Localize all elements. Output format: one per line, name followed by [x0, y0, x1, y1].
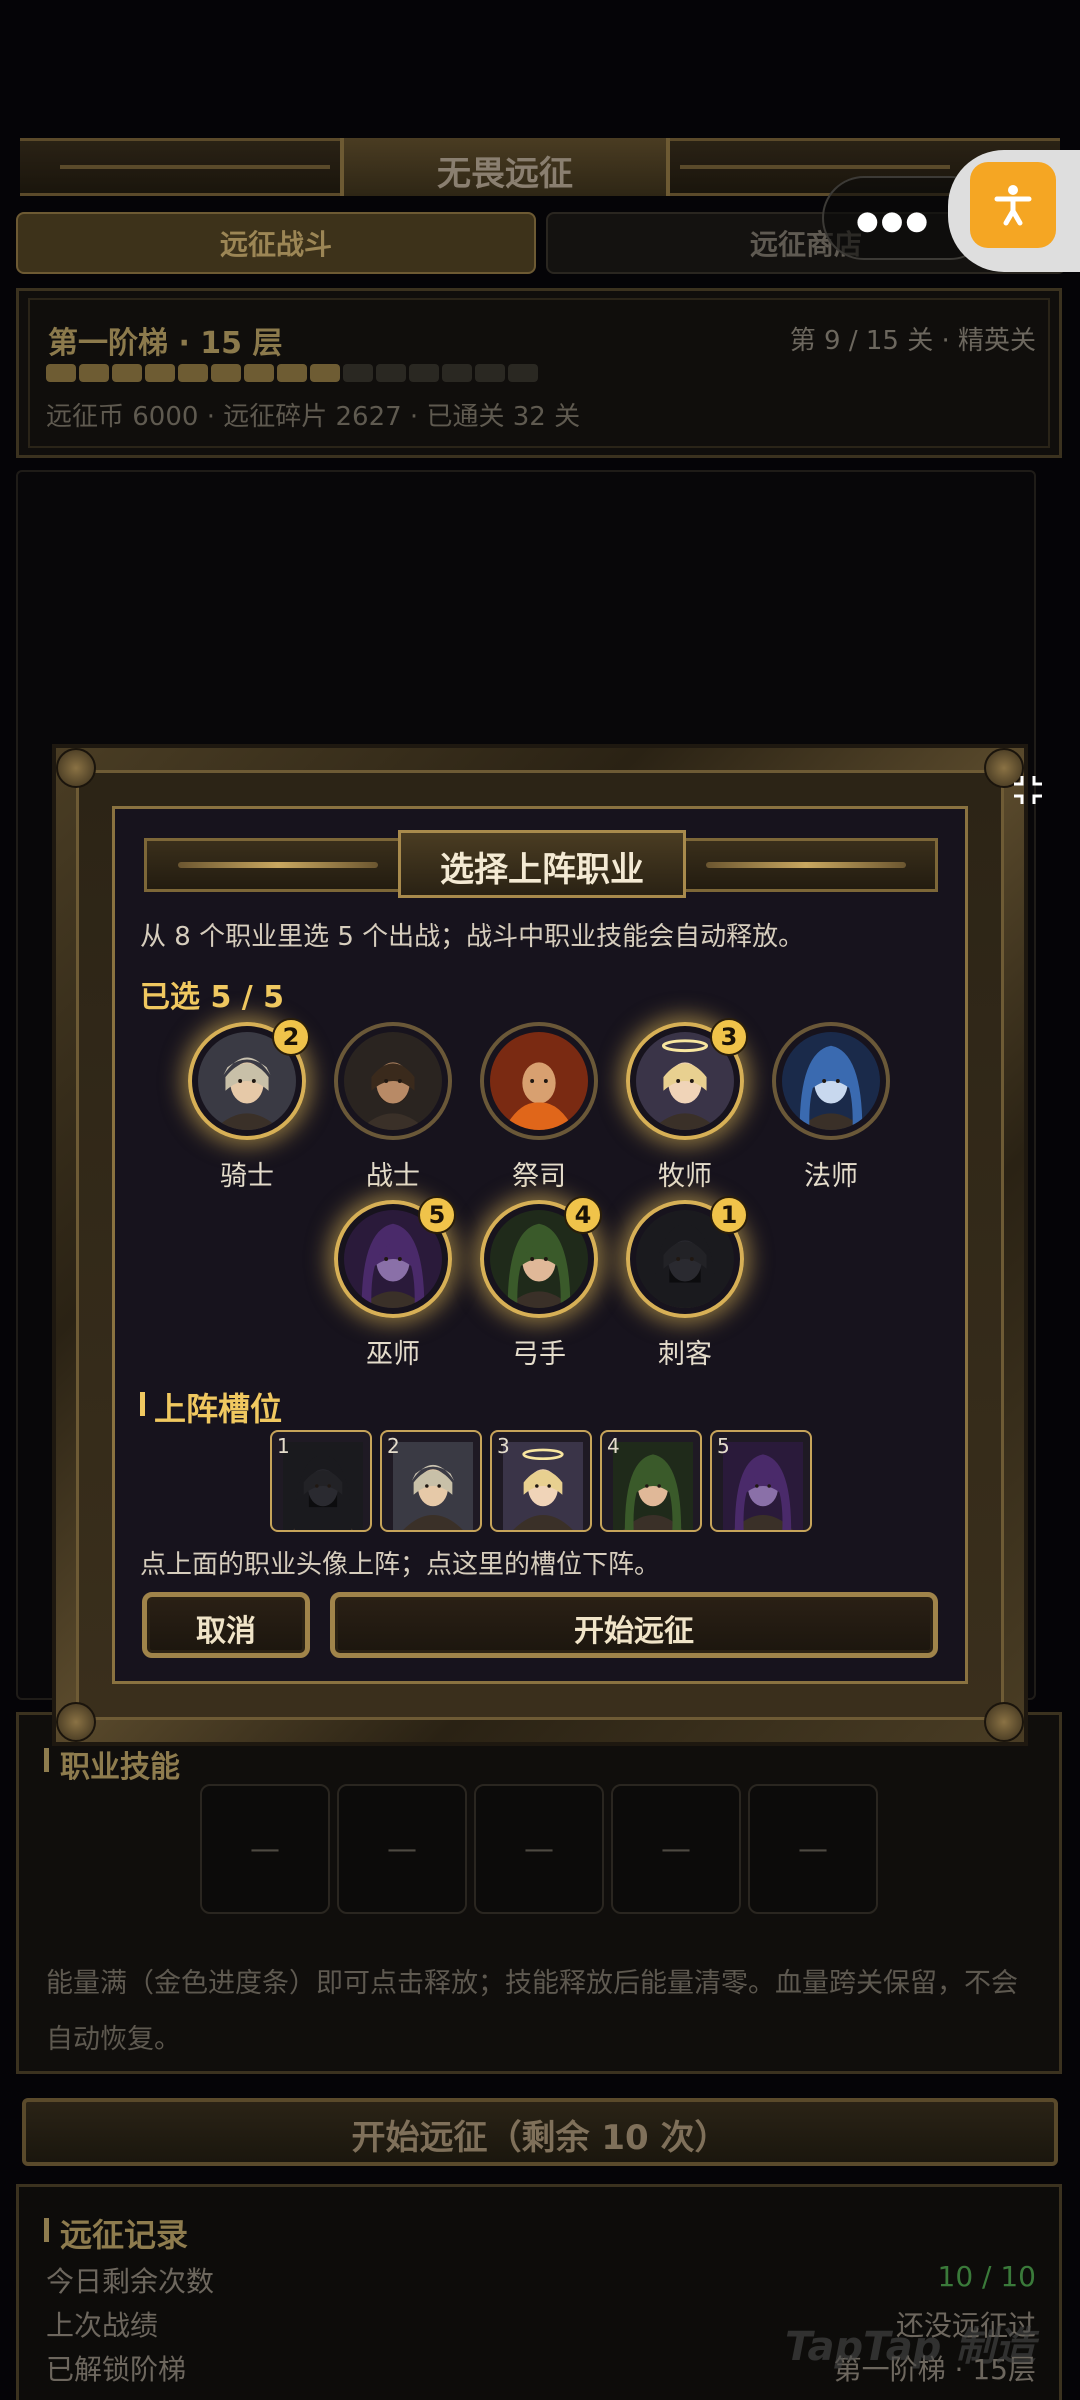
progress-segment — [475, 364, 505, 382]
stage-info: 第 9 / 15 关 · 精英关 — [789, 326, 1036, 356]
progress-segment — [508, 364, 538, 382]
lineup-slot[interactable]: 3 — [490, 1430, 592, 1532]
exit-fullscreen-icon[interactable] — [1010, 772, 1046, 808]
frame-corner-ornament — [56, 748, 96, 788]
slot-number: 2 — [387, 1434, 400, 1458]
class-option[interactable] — [334, 1022, 452, 1140]
progress-segment — [211, 364, 241, 382]
progress-segment — [442, 364, 472, 382]
class-name: 骑士 — [220, 1161, 274, 1192]
dialog-title: 选择上阵职业 — [440, 850, 644, 890]
start-expedition-label: 开始远征（剩余 10 次） — [351, 2118, 729, 2158]
class-name: 弓手 — [512, 1339, 566, 1370]
class-name: 战士 — [366, 1161, 420, 1192]
accessibility-button[interactable] — [970, 162, 1056, 248]
class-portrait — [344, 1032, 442, 1130]
tier-title: 第一阶梯 · 15 层 — [48, 326, 283, 361]
lineup-slot[interactable]: 4 — [600, 1430, 702, 1532]
cancel-button-label: 取消 — [196, 1614, 256, 1649]
progress-segment — [46, 364, 76, 382]
lineup-slot[interactable]: 5 — [710, 1430, 812, 1532]
records-heading-bar — [44, 2218, 49, 2242]
slots-hint: 点上面的职业头像上阵；点这里的槽位下阵。 — [140, 1550, 661, 1580]
progress-segment — [310, 364, 340, 382]
progress-segment — [343, 364, 373, 382]
selection-order-badge: 2 — [272, 1018, 310, 1056]
frame-corner-ornament — [56, 1702, 96, 1742]
frame-corner-ornament — [984, 1702, 1024, 1742]
progress-segment — [409, 364, 439, 382]
progress-segment — [79, 364, 109, 382]
taptap-watermark: TapTap 制造 — [785, 2324, 1036, 2370]
selection-order-badge: 5 — [418, 1196, 456, 1234]
skill-slot-2[interactable]: — — [337, 1784, 467, 1914]
selection-order-badge: 1 — [710, 1196, 748, 1234]
class-option[interactable] — [772, 1022, 890, 1140]
slot-portrait — [279, 1442, 367, 1530]
tab-battle[interactable]: 远征战斗 — [16, 212, 536, 274]
selected-count: 已选 5 / 5 — [140, 980, 285, 1015]
slot-portrait — [609, 1442, 697, 1530]
title-ornament-right — [680, 165, 950, 169]
slot-number: 4 — [607, 1434, 620, 1458]
slot-number: 3 — [497, 1434, 510, 1458]
class-name: 刺客 — [658, 1339, 712, 1370]
dialog-description: 从 8 个职业里选 5 个出战；战斗中职业技能会自动释放。 — [140, 922, 805, 952]
slots-heading: 上阵槽位 — [154, 1390, 283, 1428]
skill-slot-3[interactable]: — — [474, 1784, 604, 1914]
class-name: 牧师 — [658, 1161, 712, 1192]
accessibility-icon — [994, 185, 1032, 226]
slot-portrait — [389, 1442, 477, 1530]
class-portrait — [490, 1032, 588, 1130]
skill-slot-5[interactable]: — — [748, 1784, 878, 1914]
record-label-remaining: 今日剩余次数 — [46, 2265, 215, 2298]
skills-heading-bar — [44, 1748, 49, 1772]
more-options-icon[interactable]: ●●● — [856, 206, 930, 236]
currency-info: 远征币 6000 · 远征碎片 2627 · 已通关 32 关 — [46, 402, 581, 432]
skill-slot-4[interactable]: — — [611, 1784, 741, 1914]
lineup-slot[interactable]: 2 — [380, 1430, 482, 1532]
progress-segment — [277, 364, 307, 382]
progress-segment — [244, 364, 274, 382]
confirm-start-button-label: 开始远征 — [574, 1614, 694, 1649]
title-ornament-right — [706, 862, 906, 868]
class-name: 法师 — [804, 1161, 858, 1192]
record-value-remaining: 10 / 10 — [937, 2260, 1037, 2293]
class-name: 巫师 — [366, 1339, 420, 1370]
slot-number: 5 — [717, 1434, 730, 1458]
skill-slot-1[interactable]: — — [200, 1784, 330, 1914]
progress-segment — [145, 364, 175, 382]
class-name: 祭司 — [512, 1161, 566, 1192]
progress-segment — [112, 364, 142, 382]
skills-description: 能量满（金色进度条）即可点击释放；技能释放后能量清零。血量跨关保留，不会自动恢复… — [46, 1968, 1018, 2055]
page-title: 无畏远征 — [437, 154, 573, 194]
slot-portrait — [499, 1442, 587, 1530]
title-ornament-left — [60, 165, 330, 169]
class-option[interactable] — [480, 1022, 598, 1140]
record-label-unlocked: 已解锁阶梯 — [46, 2353, 187, 2386]
title-ornament-left — [178, 862, 378, 868]
slot-portrait — [719, 1442, 807, 1530]
progress-segment — [376, 364, 406, 382]
skills-heading: 职业技能 — [60, 1750, 180, 1785]
slots-heading-bar — [140, 1392, 145, 1416]
class-portrait — [782, 1032, 880, 1130]
records-heading: 远征记录 — [60, 2216, 189, 2254]
selection-order-badge: 3 — [710, 1018, 748, 1056]
record-label-last: 上次战绩 — [46, 2309, 159, 2342]
selection-order-badge: 4 — [564, 1196, 602, 1234]
lineup-slot[interactable]: 1 — [270, 1430, 372, 1532]
progress-segment — [178, 364, 208, 382]
slot-number: 1 — [277, 1434, 290, 1458]
